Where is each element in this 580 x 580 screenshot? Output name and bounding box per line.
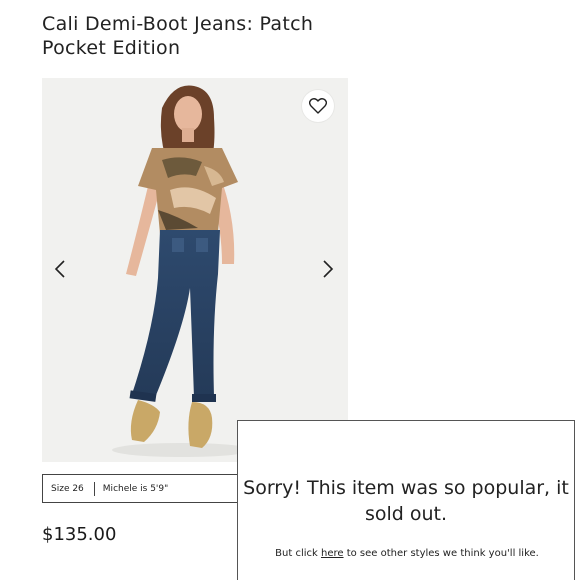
previous-image-button[interactable] [48,257,72,281]
chevron-left-icon [54,260,65,278]
heart-icon [309,98,327,114]
product-photo [42,78,348,462]
favorite-button[interactable] [302,90,334,122]
product-title: Cali Demi-Boot Jeans: Patch Pocket Editi… [42,13,314,59]
product-image-gallery [42,78,348,462]
chevron-right-icon [323,260,334,278]
body-prefix: But click [275,548,321,559]
sold-out-heading: Sorry! This item was so popular, it sold… [243,477,569,525]
product-price: $135.00 [42,524,117,545]
model-info: Michele is 5'9" [102,483,169,494]
body-suffix: to see other styles we think you'll like… [343,548,539,559]
sold-out-message: Sorry! This item was so popular, it sold… [237,420,575,580]
sold-out-body: But click here to see other styles we th… [268,545,546,563]
next-image-button[interactable] [316,257,340,281]
see-other-styles-link[interactable]: here [321,548,344,559]
size-label: Size 26 [51,483,84,494]
size-info-box: Size 26 Michele is 5'9" [42,474,262,503]
